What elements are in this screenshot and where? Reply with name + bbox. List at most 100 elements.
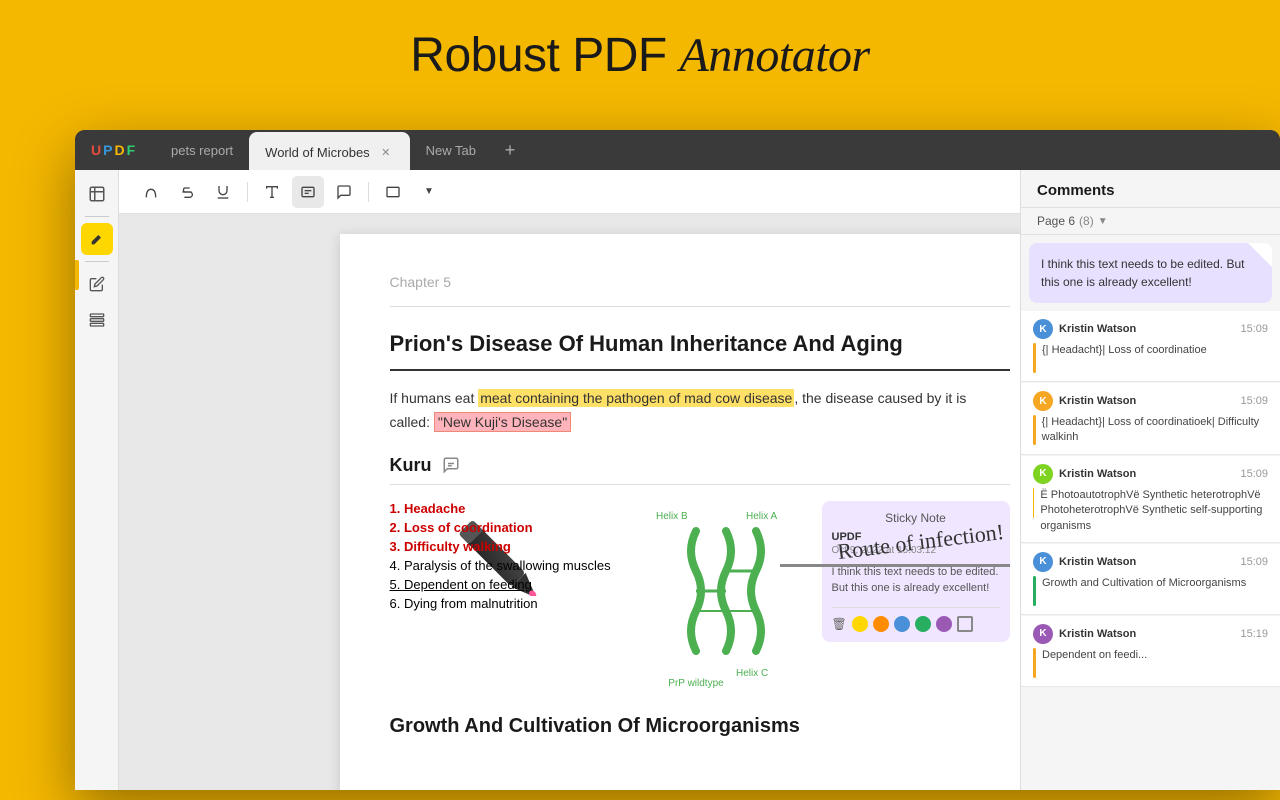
toolbar-textbox-btn[interactable]	[292, 176, 324, 208]
comment-item-4: K Kristin Watson 15:09 Growth and Cultiv…	[1021, 544, 1280, 615]
sticky-note-toolbar: 🗑	[832, 607, 1000, 632]
sidebar-divider-2	[85, 261, 109, 262]
comment-content-row: {| Headacht}| Loss of coordinatioe	[1033, 343, 1268, 373]
comment-text: Dependent on feedi...	[1042, 648, 1147, 678]
comment-username: Kristin Watson	[1059, 323, 1136, 335]
comment-username: Kristin Watson	[1059, 628, 1136, 640]
comment-time: 15:09	[1240, 556, 1268, 568]
section2-title: Growth And Cultivation Of Microorganisms	[390, 715, 1010, 738]
svg-text:Helix C: Helix C	[736, 668, 768, 679]
comments-page-info: Page 6 (8) ▼	[1021, 208, 1280, 235]
comment-bar	[1033, 488, 1034, 518]
page-background: Robust PDF Annotator UPDF pets report Wo…	[0, 0, 1280, 800]
list-item: 4. Paralysis of the swallowing muscles	[390, 558, 630, 573]
sidebar-btn-highlight[interactable]	[81, 223, 113, 255]
comments-header: Comments	[1021, 170, 1280, 208]
svg-text:Helix A: Helix A	[746, 511, 777, 522]
left-sidebar	[75, 170, 119, 790]
section-divider	[390, 484, 1010, 485]
tab-bar: UPDF pets report World of Microbes ✕ New…	[75, 130, 1280, 170]
tab-new-tab-label: New Tab	[426, 143, 476, 158]
list-container: 1. Headache 2. Loss of coordination 3. D…	[390, 501, 630, 611]
toolbar-comment-btn[interactable]	[328, 176, 360, 208]
sidebar-btn-organize[interactable]	[81, 304, 113, 336]
svg-text:Helix B: Helix B	[656, 511, 688, 522]
comment-user-row: K Kristin Watson 15:09	[1033, 391, 1268, 411]
page-header: Robust PDF Annotator	[0, 0, 1280, 103]
toolbar-dropdown-btn[interactable]: ▼	[413, 176, 445, 208]
kuru-heading-text: Kuru	[390, 455, 432, 476]
symptoms-list: 1. Headache 2. Loss of coordination 3. D…	[390, 501, 630, 611]
list-item: 1. Headache	[390, 501, 630, 516]
toolbar-underline-btn[interactable]	[207, 176, 239, 208]
tab-pets-report[interactable]: pets report	[155, 130, 249, 170]
list-item: 6. Dying from malnutrition	[390, 596, 630, 611]
helix-container: Helix B Helix A Helix C	[646, 501, 806, 691]
comment-item-2: K Kristin Watson 15:09 {| Headacht}| Los…	[1021, 383, 1280, 455]
comments-page-label: Page 6	[1037, 214, 1075, 228]
sticky-color-yellow[interactable]	[852, 616, 868, 632]
comment-item-3: K Kristin Watson 15:09 Ë PhotoautotrophV…	[1021, 456, 1280, 543]
comment-text: Ë PhotoautotrophVë Synthetic heterotroph…	[1040, 488, 1268, 534]
tab-new-tab[interactable]: New Tab	[410, 130, 492, 170]
updf-logo: UPDF	[75, 142, 155, 158]
comments-count: (8)	[1079, 214, 1094, 228]
comment-user-row: K Kristin Watson 15:09	[1033, 319, 1268, 339]
comment-user-row: K Kristin Watson 15:09	[1033, 552, 1268, 572]
comment-content-row: Ë PhotoautotrophVë Synthetic heterotroph…	[1033, 488, 1268, 534]
new-tab-button[interactable]: +	[496, 136, 524, 164]
comment-bar	[1033, 576, 1036, 606]
comments-list: I think this text needs to be edited. Bu…	[1021, 235, 1280, 790]
toolbar-rectangle-btn[interactable]	[377, 176, 409, 208]
toolbar-sep-1	[247, 182, 248, 202]
toolbar-arch-btn[interactable]	[135, 176, 167, 208]
comment-content-row: {| Headacht}| Loss of coordinatioek| Dif…	[1033, 415, 1268, 446]
tab-world-of-microbes[interactable]: World of Microbes ✕	[249, 132, 410, 172]
tab-pets-report-label: pets report	[171, 143, 233, 158]
sticky-color-orange[interactable]	[873, 616, 889, 632]
comment-user-row: K Kristin Watson 15:19	[1033, 624, 1268, 644]
comment-bubble-icon	[442, 456, 460, 474]
comment-text: Growth and Cultivation of Microorganisms	[1042, 576, 1246, 606]
header-title-regular: Robust PDF	[410, 29, 679, 82]
comment-avatar: K	[1033, 464, 1053, 484]
comment-time: 15:09	[1240, 395, 1268, 407]
comment-time: 15:09	[1240, 323, 1268, 335]
comment-active-text: I think this text needs to be edited. Bu…	[1041, 257, 1244, 289]
comment-content-row: Dependent on feedi...	[1033, 648, 1268, 678]
comment-item-5: K Kristin Watson 15:19 Dependent on feed…	[1021, 616, 1280, 687]
comment-user-row: K Kristin Watson 15:09	[1033, 464, 1268, 484]
main-area: ▼ Chapter 5 Prion's Disease Of Human Inh…	[75, 170, 1280, 790]
comment-username: Kristin Watson	[1059, 556, 1136, 568]
comment-username: Kristin Watson	[1059, 395, 1136, 407]
kuru-heading: Kuru	[390, 455, 1010, 476]
comment-item-1: K Kristin Watson 15:09 {| Headacht}| Los…	[1021, 311, 1280, 382]
toolbar: ▼	[119, 170, 1020, 214]
sticky-note-text: I think this text needs to be edited. Bu…	[832, 564, 1000, 597]
comment-text: {| Headacht}| Loss of coordinatioek| Dif…	[1042, 415, 1268, 446]
comment-username: Kristin Watson	[1059, 468, 1136, 480]
toolbar-strikethrough-btn[interactable]	[171, 176, 203, 208]
sidebar-btn-edit[interactable]	[81, 268, 113, 300]
comment-avatar: K	[1033, 624, 1053, 644]
comment-text: {| Headacht}| Loss of coordinatioe	[1042, 343, 1207, 373]
sticky-square-icon[interactable]	[957, 616, 973, 632]
comments-title: Comments	[1037, 182, 1115, 199]
header-title-italic: Annotator	[680, 29, 870, 82]
sticky-color-blue[interactable]	[894, 616, 910, 632]
sticky-trash-icon[interactable]: 🗑	[832, 617, 847, 631]
app-window: UPDF pets report World of Microbes ✕ New…	[75, 130, 1280, 790]
pdf-paragraph: If humans eat meat containing the pathog…	[390, 387, 1010, 435]
svg-text:PrP wildtype: PrP wildtype	[668, 678, 724, 689]
comments-chevron-icon: ▼	[1098, 216, 1108, 227]
list-item: 5. Dependent on feeding	[390, 577, 630, 592]
sidebar-btn-pages[interactable]	[81, 178, 113, 210]
tab-close-button[interactable]: ✕	[378, 144, 394, 160]
comment-time: 15:19	[1240, 628, 1268, 640]
list-item: 2. Loss of coordination	[390, 520, 630, 535]
list-item: 3. Difficulty walking	[390, 539, 630, 554]
sticky-color-purple[interactable]	[936, 616, 952, 632]
sticky-color-green[interactable]	[915, 616, 931, 632]
toolbar-text-btn[interactable]	[256, 176, 288, 208]
pdf-document-title: Prion's Disease Of Human Inheritance And…	[390, 331, 1010, 357]
